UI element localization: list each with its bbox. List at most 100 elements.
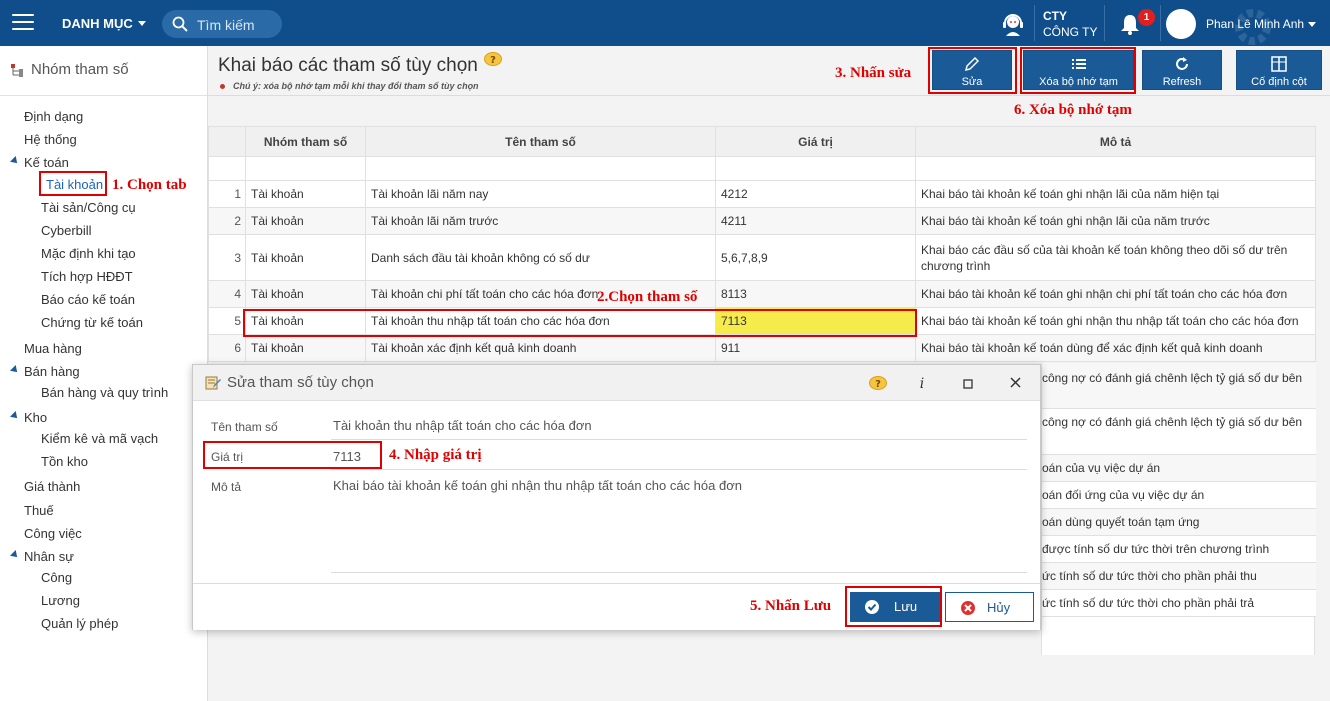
company-name[interactable]: CÔNG TY bbox=[1043, 25, 1097, 39]
sidebar-item-ke-toan[interactable]: Kế toán bbox=[24, 155, 69, 170]
desc-cell[interactable]: oán của vụ việc dự án bbox=[1042, 461, 1160, 475]
desc-textarea[interactable]: Khai báo tài khoản kế toán ghi nhận thu … bbox=[333, 478, 742, 493]
refresh-button[interactable]: Refresh bbox=[1142, 50, 1222, 90]
sidebar-item-luong[interactable]: Lương bbox=[41, 593, 80, 608]
page-header: Khai báo các tham số tùy chọn ? Chú ý: x… bbox=[208, 46, 1330, 96]
filter-cell[interactable] bbox=[365, 156, 716, 181]
group-cell[interactable]: Tài khoản bbox=[245, 180, 366, 208]
column-header[interactable]: Mô tả bbox=[915, 126, 1316, 157]
help-icon[interactable]: ? bbox=[869, 375, 887, 391]
sidebar-item-ton-kho[interactable]: Tồn kho bbox=[41, 454, 88, 469]
column-header[interactable]: Tên tham số bbox=[365, 126, 716, 157]
hamburger-menu-icon[interactable] bbox=[12, 14, 34, 32]
sidebar-item-cong-viec[interactable]: Công việc bbox=[24, 526, 82, 541]
group-cell[interactable]: Tài khoản bbox=[245, 334, 366, 362]
filter-cell[interactable] bbox=[715, 156, 916, 181]
avatar[interactable] bbox=[1166, 9, 1196, 39]
desc-cell[interactable]: oán dùng quyết toán tạm ứng bbox=[1042, 515, 1199, 529]
help-icon[interactable]: ? bbox=[484, 52, 502, 66]
expand-arrow-icon[interactable] bbox=[10, 550, 20, 560]
name-cell[interactable]: Tài khoản lãi năm trước bbox=[365, 207, 716, 235]
desc-cell[interactable]: được tính số dư tức thời trên chương trì… bbox=[1042, 542, 1269, 556]
table-row[interactable]: công nợ có đánh giá chênh lệch tỷ giá số… bbox=[1042, 409, 1316, 455]
table-row[interactable]: 4 Tài khoản Tài khoản chi phí tất toán c… bbox=[208, 280, 1316, 308]
table-row[interactable]: ức tính số dư tức thời cho phần phải trả bbox=[1042, 590, 1316, 617]
sidebar-item-tai-san[interactable]: Tài sản/Công cụ bbox=[41, 200, 136, 215]
expand-arrow-icon[interactable] bbox=[10, 411, 20, 421]
filter-cell[interactable] bbox=[915, 156, 1316, 181]
sidebar-item-quan-ly-phep[interactable]: Quản lý phép bbox=[41, 616, 118, 631]
desc-cell[interactable]: oán đối ứng của vụ việc dự án bbox=[1042, 488, 1204, 502]
sidebar-item-mac-dinh[interactable]: Mặc định khi tạo bbox=[41, 246, 136, 261]
desc-cell[interactable]: Khai báo các đầu số của tài khoản kế toá… bbox=[915, 234, 1316, 281]
table-row[interactable]: oán dùng quyết toán tạm ứng bbox=[1042, 509, 1316, 536]
name-cell[interactable]: Danh sách đầu tài khoản không có số dư bbox=[365, 234, 716, 281]
desc-cell[interactable]: Khai báo tài khoản kế toán ghi nhận lãi … bbox=[915, 180, 1316, 208]
expand-arrow-icon[interactable] bbox=[10, 156, 20, 166]
sidebar-item-bao-cao[interactable]: Báo cáo kế toán bbox=[41, 292, 135, 307]
fix-column-label: Cố định cột bbox=[1251, 76, 1307, 88]
category-menu-button[interactable]: DANH MỤC bbox=[62, 16, 133, 31]
notification-badge: 1 bbox=[1138, 9, 1155, 26]
desc-cell[interactable]: ức tính số dư tức thời cho phần phải thu bbox=[1042, 569, 1257, 583]
cancel-button[interactable]: Hủy bbox=[945, 592, 1034, 622]
desc-cell[interactable]: công nợ có đánh giá chênh lệch tỷ giá số… bbox=[1042, 371, 1302, 385]
desc-cell[interactable]: Khai báo tài khoản kế toán dùng để xác đ… bbox=[915, 334, 1316, 362]
sidebar-item-ban-hang-quy-trinh[interactable]: Bán hàng và quy trình bbox=[41, 385, 168, 400]
table-row[interactable]: ức tính số dư tức thời cho phần phải thu bbox=[1042, 563, 1316, 590]
name-cell[interactable]: Tài khoản lãi năm nay bbox=[365, 180, 716, 208]
sidebar-item-kho[interactable]: Kho bbox=[24, 410, 47, 425]
table-row[interactable]: 2 Tài khoản Tài khoản lãi năm trước 4211… bbox=[208, 207, 1316, 235]
group-cell[interactable]: Tài khoản bbox=[245, 280, 366, 308]
desc-cell[interactable]: Khai báo tài khoản kế toán ghi nhận chi … bbox=[915, 280, 1316, 308]
sidebar-item-dinh-dang[interactable]: Định dạng bbox=[24, 109, 83, 124]
sidebar-item-he-thong[interactable]: Hệ thống bbox=[24, 132, 77, 147]
desc-cell[interactable]: công nợ có đánh giá chênh lệch tỷ giá số… bbox=[1042, 415, 1302, 429]
sidebar-item-ban-hang[interactable]: Bán hàng bbox=[24, 364, 80, 379]
sidebar-header: Nhóm tham số bbox=[0, 46, 207, 96]
table-row[interactable]: 3 Tài khoản Danh sách đầu tài khoản khôn… bbox=[208, 234, 1316, 281]
sidebar-item-thue[interactable]: Thuế bbox=[24, 503, 54, 518]
sidebar-item-cyberbill[interactable]: Cyberbill bbox=[41, 223, 92, 238]
sidebar-item-mua-hang[interactable]: Mua hàng bbox=[24, 341, 82, 356]
value-cell[interactable]: 911 bbox=[715, 334, 916, 362]
chevron-down-icon[interactable] bbox=[1308, 22, 1316, 27]
table-row[interactable]: oán của vụ việc dự án bbox=[1042, 455, 1316, 482]
column-header[interactable]: Nhóm tham số bbox=[245, 126, 366, 157]
group-cell[interactable]: Tài khoản bbox=[245, 207, 366, 235]
close-icon[interactable] bbox=[1007, 375, 1025, 391]
table-row[interactable]: được tính số dư tức thời trên chương trì… bbox=[1042, 536, 1316, 563]
search-input[interactable]: Tìm kiếm bbox=[162, 10, 282, 38]
refresh-label: Refresh bbox=[1162, 76, 1202, 88]
value-cell[interactable]: 8113 bbox=[715, 280, 916, 308]
user-name[interactable]: Phan Lê Minh Anh bbox=[1206, 17, 1304, 31]
column-header[interactable]: Giá trị bbox=[715, 126, 916, 157]
value-cell[interactable]: 4212 bbox=[715, 180, 916, 208]
support-agent-icon[interactable] bbox=[1000, 11, 1026, 37]
group-cell[interactable]: Tài khoản bbox=[245, 234, 366, 281]
annotation-step5: 5. Nhấn Lưu bbox=[750, 598, 832, 614]
table-row[interactable]: oán đối ứng của vụ việc dự án bbox=[1042, 482, 1316, 509]
desc-cell[interactable]: Khai báo tài khoản kế toán ghi nhận lãi … bbox=[915, 207, 1316, 235]
info-icon[interactable]: i bbox=[913, 375, 931, 391]
table-row[interactable]: công nợ có đánh giá chênh lệch tỷ giá số… bbox=[1042, 363, 1316, 409]
sidebar-item-chung-tu[interactable]: Chứng từ kế toán bbox=[41, 315, 143, 330]
maximize-icon[interactable] bbox=[959, 375, 977, 391]
fix-column-button[interactable]: Cố định cột bbox=[1236, 50, 1322, 90]
annotation-step1: 1. Chọn tab bbox=[112, 177, 187, 193]
expand-arrow-icon[interactable] bbox=[10, 365, 20, 375]
desc-cell[interactable]: Khai báo tài khoản kế toán ghi nhận thu … bbox=[915, 307, 1316, 335]
table-row[interactable]: 1 Tài khoản Tài khoản lãi năm nay 4212 K… bbox=[208, 180, 1316, 208]
sidebar-item-nhan-su[interactable]: Nhân sự bbox=[24, 549, 74, 564]
filter-cell[interactable] bbox=[245, 156, 366, 181]
company-code[interactable]: CTY bbox=[1043, 9, 1067, 23]
value-cell[interactable]: 5,6,7,8,9 bbox=[715, 234, 916, 281]
desc-cell[interactable]: ức tính số dư tức thời cho phần phải trả bbox=[1042, 596, 1254, 610]
sidebar-item-kiem-ke[interactable]: Kiểm kê và mã vạch bbox=[41, 431, 158, 446]
sidebar-item-tich-hop-hddt[interactable]: Tích hợp HĐĐT bbox=[41, 269, 133, 284]
name-cell[interactable]: Tài khoản xác định kết quả kinh doanh bbox=[365, 334, 716, 362]
sidebar-item-cong[interactable]: Công bbox=[41, 570, 72, 585]
sidebar-item-gia-thanh[interactable]: Giá thành bbox=[24, 479, 80, 494]
table-row[interactable]: 6 Tài khoản Tài khoản xác định kết quả k… bbox=[208, 334, 1316, 362]
value-cell[interactable]: 4211 bbox=[715, 207, 916, 235]
